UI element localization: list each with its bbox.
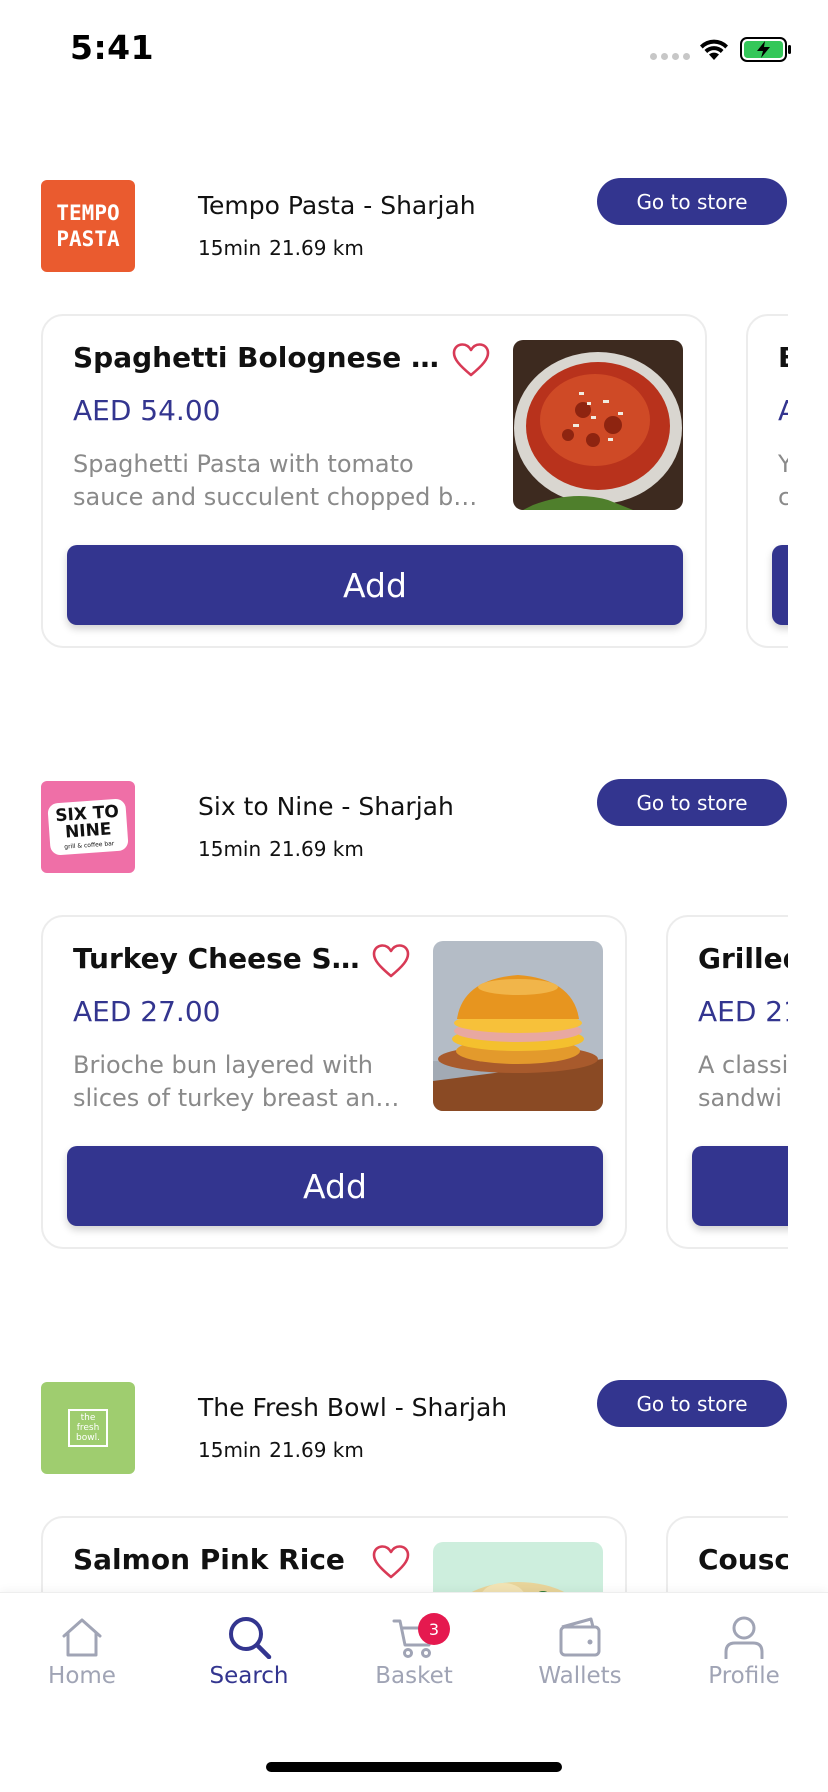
wifi-icon <box>700 39 728 60</box>
search-icon <box>229 1617 272 1659</box>
product-price: AED 21. <box>698 995 788 1028</box>
store-name[interactable]: Tempo Pasta - Sharjah <box>198 191 476 220</box>
wallet-icon <box>559 1617 601 1657</box>
store-distance: 21.69 km <box>269 837 364 861</box>
store-meta: 15min 21.69 km <box>198 1438 364 1462</box>
store-logo[interactable]: the fresh bowl. <box>41 1382 135 1474</box>
store-distance: 21.69 km <box>269 236 364 260</box>
product-description: Brioche bun layered with slices of turke… <box>73 1049 408 1115</box>
product-name: Turkey Cheese Sandwich <box>73 942 368 975</box>
go-to-store-button[interactable]: Go to store <box>597 1380 787 1427</box>
logo-text: NINE <box>64 818 113 843</box>
product-card[interactable]: Grilled AED 21. A classi sandwi <box>666 915 788 1249</box>
description-line: c <box>778 481 788 514</box>
description-line: Spaghetti Pasta with tomato <box>73 450 414 478</box>
logo-text: TEMPO <box>56 201 120 225</box>
go-to-store-button[interactable]: Go to store <box>597 178 787 225</box>
product-description: Spaghetti Pasta with tomato sauce and su… <box>73 448 483 514</box>
add-button[interactable]: Add <box>67 1146 603 1226</box>
tab-label: Search <box>209 1663 289 1689</box>
store-name[interactable]: Six to Nine - Sharjah <box>198 792 454 821</box>
description-line: Brioche bun layered with <box>73 1051 373 1079</box>
tab-basket[interactable]: 3 Basket <box>354 1613 474 1695</box>
store-distance: 21.69 km <box>269 1438 364 1462</box>
product-name: Cousc <box>698 1543 788 1576</box>
description-line: slices of turkey breast and cheese <box>73 1084 408 1112</box>
product-name: Spaghetti Bolognese Pasta <box>73 341 448 374</box>
product-price: AED 27.00 <box>73 995 221 1028</box>
description-line: sauce and succulent chopped beef <box>73 483 483 511</box>
status-time: 5:41 <box>70 28 155 67</box>
battery-icon <box>740 37 791 62</box>
description-line: sandwi <box>698 1084 782 1112</box>
store-meta: 15min 21.69 km <box>198 837 364 861</box>
logo-text: the <box>80 1413 96 1423</box>
store-meta: 15min 21.69 km <box>198 236 364 260</box>
product-description: Y c <box>778 448 788 514</box>
profile-icon <box>724 1616 764 1659</box>
tab-label: Home <box>48 1663 116 1689</box>
product-card[interactable]: Spaghetti Bolognese Pasta AED 54.00 Spag… <box>41 314 707 648</box>
product-name: Grilled <box>698 942 788 975</box>
description-line: Y <box>778 448 788 481</box>
heart-icon[interactable] <box>371 1544 411 1580</box>
tab-label: Wallets <box>538 1663 622 1689</box>
product-card[interactable]: Turkey Cheese Sandwich AED 27.00 Brioche… <box>41 915 627 1249</box>
tab-profile[interactable]: Profile <box>684 1615 804 1695</box>
add-button[interactable] <box>692 1146 788 1226</box>
home-icon <box>62 1618 102 1657</box>
add-button[interactable]: Add <box>67 545 683 625</box>
basket-badge: 3 <box>418 1613 450 1645</box>
store-name[interactable]: The Fresh Bowl - Sharjah <box>198 1393 507 1422</box>
product-image <box>433 941 603 1111</box>
product-price: A <box>778 394 788 427</box>
signal-icon <box>650 53 690 60</box>
delivery-time: 15min <box>198 1438 262 1462</box>
tab-search[interactable]: Search <box>189 1615 309 1695</box>
product-price: AED 54.00 <box>73 394 221 427</box>
product-rail[interactable]: Spaghetti Bolognese Pasta AED 54.00 Spag… <box>0 314 788 654</box>
go-to-store-button[interactable]: Go to store <box>597 779 787 826</box>
home-indicator <box>266 1762 562 1772</box>
heart-icon[interactable] <box>451 342 491 378</box>
product-rail[interactable]: Turkey Cheese Sandwich AED 27.00 Brioche… <box>0 915 788 1255</box>
tab-home[interactable]: Home <box>22 1615 142 1695</box>
logo-text: fresh <box>76 1423 100 1433</box>
tab-wallets[interactable]: Wallets <box>520 1615 640 1695</box>
status-bar: 5:41 <box>0 0 828 100</box>
delivery-time: 15min <box>198 236 262 260</box>
product-name: B <box>778 341 788 374</box>
store-logo[interactable]: TEMPO PASTA <box>41 180 135 272</box>
add-button[interactable] <box>772 545 788 625</box>
product-name: Salmon Pink Rice <box>73 1543 345 1576</box>
logo-text: bowl. <box>76 1433 100 1443</box>
tab-label: Profile <box>708 1663 780 1689</box>
product-card[interactable]: B A Y c <box>746 314 788 648</box>
store-logo[interactable]: SIX TO NINE grill & coffee bar <box>41 781 135 873</box>
delivery-time: 15min <box>198 837 262 861</box>
heart-icon[interactable] <box>371 943 411 979</box>
product-description: A classi sandwi <box>698 1049 788 1115</box>
description-line: A classi <box>698 1051 788 1079</box>
tab-label: Basket <box>375 1663 453 1689</box>
logo-text: PASTA <box>56 227 120 251</box>
product-image <box>513 340 683 510</box>
